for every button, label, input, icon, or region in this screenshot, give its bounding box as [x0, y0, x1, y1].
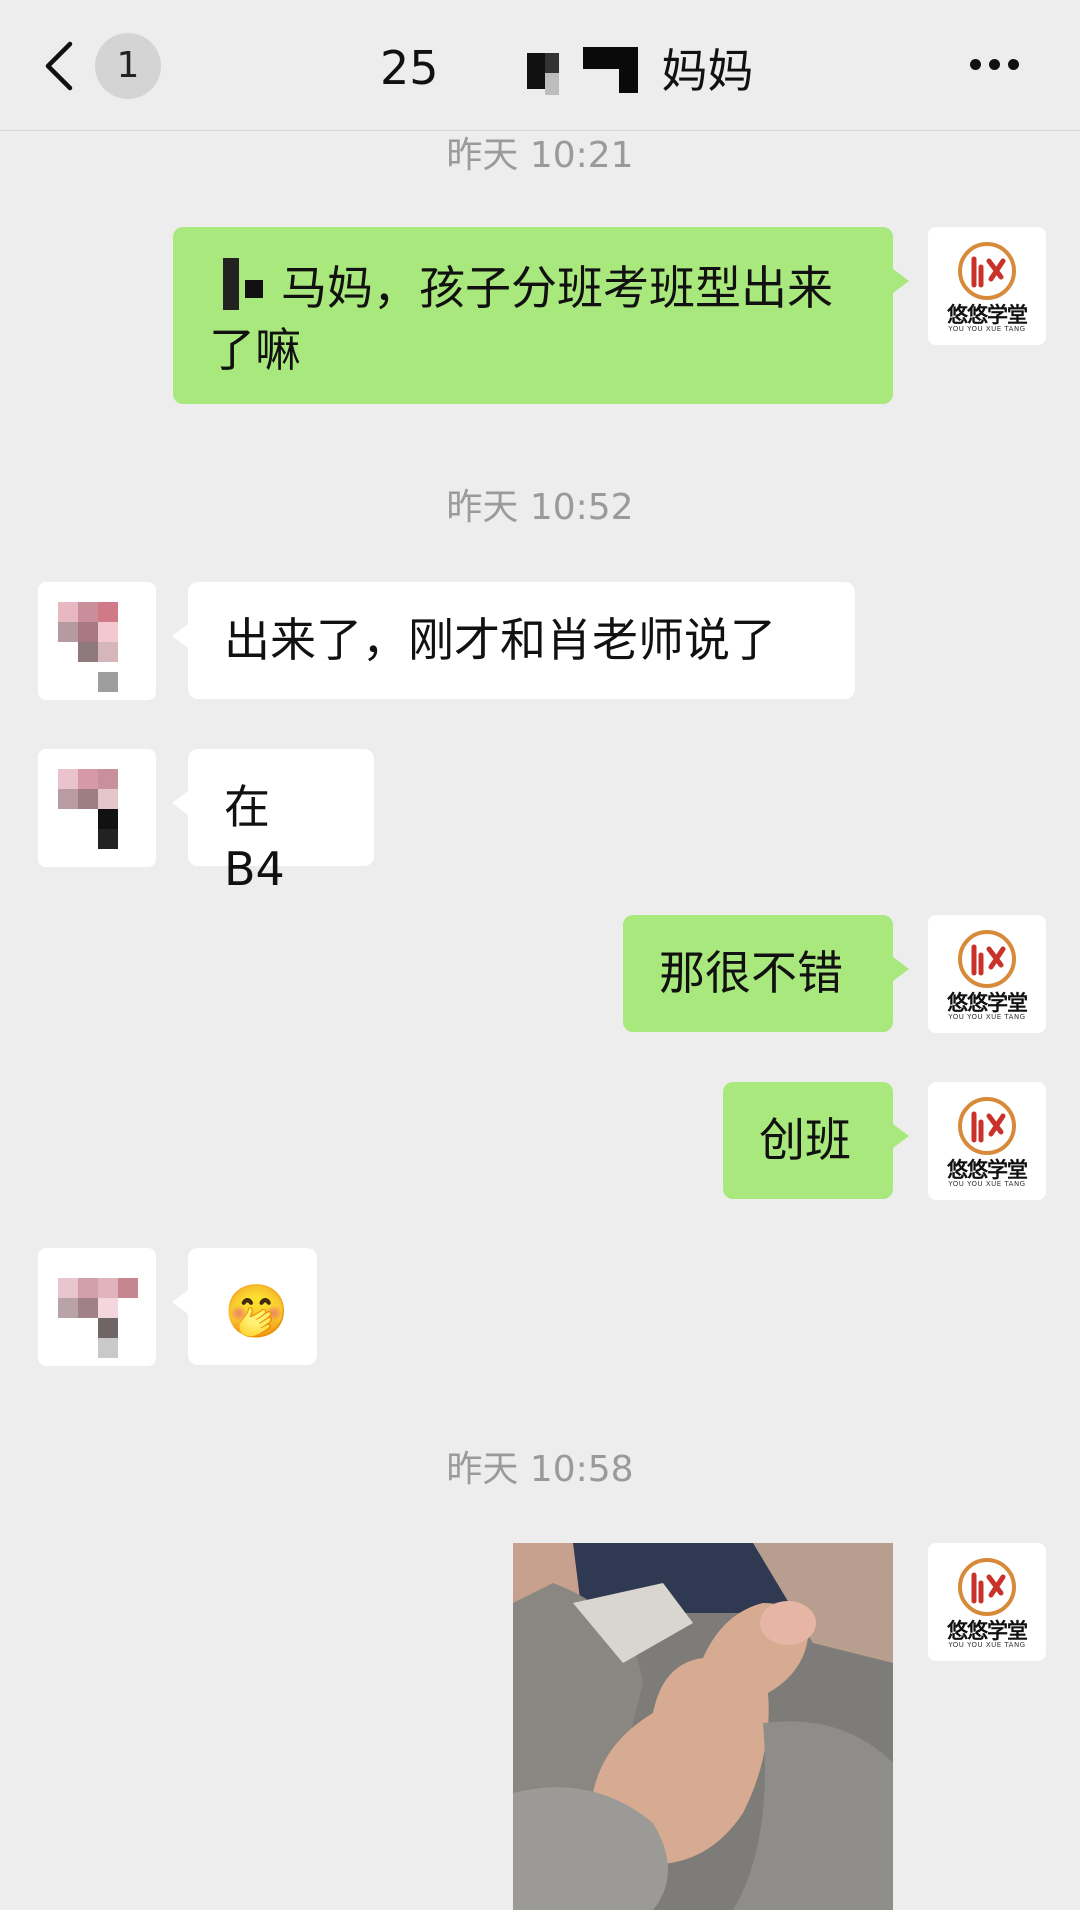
- timestamp: 昨天 10:58: [446, 1449, 634, 1490]
- redacted-text: [223, 258, 239, 310]
- contact-avatar[interactable]: [38, 1248, 156, 1366]
- incoming-message[interactable]: 出来了，刚才和肖老师说了: [172, 582, 855, 699]
- thumbs-up-photo: [513, 1543, 893, 1910]
- more-button[interactable]: [970, 55, 1030, 79]
- brand-subtitle: YOU YOU XUE TANG: [948, 1641, 1026, 1649]
- message-text: 那很不错: [659, 946, 843, 1000]
- incoming-emoji-message[interactable]: 🤭: [172, 1248, 317, 1365]
- message-text: 在 B4: [224, 780, 285, 896]
- chat-title-prefix: 25: [380, 41, 439, 95]
- outgoing-message[interactable]: 马妈，孩子分班考班型出来了嘛: [173, 227, 909, 404]
- back-button[interactable]: [40, 38, 90, 98]
- timestamp: 昨天 10:52: [446, 487, 634, 528]
- redacted-name: [443, 35, 658, 101]
- chat-title-suffix: 妈妈: [661, 44, 754, 98]
- chat-header: 1 25 妈妈: [0, 0, 1080, 131]
- outgoing-message[interactable]: 创班: [723, 1082, 909, 1199]
- brand-logo-icon: [958, 1558, 1016, 1616]
- emoji: 🤭: [224, 1282, 289, 1342]
- contact-avatar[interactable]: [38, 582, 156, 700]
- brand-subtitle: YOU YOU XUE TANG: [948, 1013, 1026, 1021]
- contact-avatar[interactable]: [38, 749, 156, 867]
- ellipsis-icon: [970, 59, 981, 70]
- brand-logo-icon: [958, 1097, 1016, 1155]
- outgoing-message[interactable]: 那很不错: [623, 915, 909, 1032]
- chat-title: 25 妈妈: [380, 35, 754, 101]
- brand-subtitle: YOU YOU XUE TANG: [948, 325, 1026, 333]
- message-text: 出来了，刚才和肖老师说了: [224, 613, 776, 667]
- brand-logo-icon: [958, 242, 1016, 300]
- message-text: 马妈，孩子分班考班型出来了嘛: [209, 261, 833, 377]
- timestamp: 昨天 10:21: [446, 135, 634, 176]
- chevron-left-icon: [45, 41, 73, 91]
- brand-subtitle: YOU YOU XUE TANG: [948, 1180, 1026, 1188]
- my-avatar[interactable]: 悠悠学堂 YOU YOU XUE TANG: [928, 227, 1046, 345]
- brand-logo-icon: [958, 930, 1016, 988]
- unread-badge[interactable]: 1: [95, 33, 161, 99]
- my-avatar[interactable]: 悠悠学堂 YOU YOU XUE TANG: [928, 915, 1046, 1033]
- my-avatar[interactable]: 悠悠学堂 YOU YOU XUE TANG: [928, 1543, 1046, 1661]
- message-text: 创班: [759, 1113, 851, 1167]
- my-avatar[interactable]: 悠悠学堂 YOU YOU XUE TANG: [928, 1082, 1046, 1200]
- sent-image[interactable]: [513, 1543, 893, 1910]
- incoming-message[interactable]: 在 B4: [172, 749, 374, 896]
